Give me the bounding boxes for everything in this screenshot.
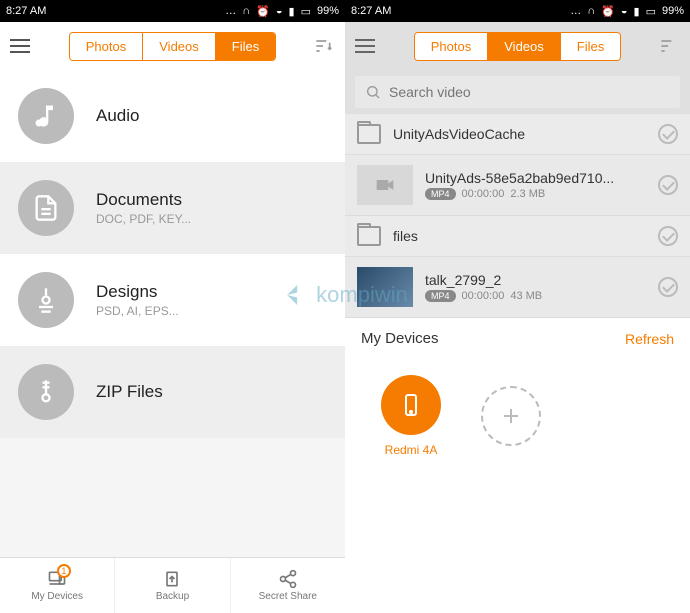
music-note-icon bbox=[18, 88, 74, 144]
status-time: 8:27 AM bbox=[351, 5, 391, 17]
bottom-nav: My Devices 1 Backup Secret Share bbox=[0, 557, 345, 613]
brush-icon bbox=[18, 272, 74, 328]
status-icons: … ∩ ⏰ ◒ ▮ ▭ 99% bbox=[223, 5, 339, 18]
video-duration: 00:00:00 bbox=[462, 188, 505, 200]
format-badge: MP4 bbox=[425, 290, 456, 302]
folder-name: files bbox=[393, 228, 646, 244]
device-name: Redmi 4A bbox=[385, 443, 438, 457]
folder-icon bbox=[357, 124, 381, 144]
category-title: Designs bbox=[96, 282, 179, 302]
folder-icon bbox=[357, 226, 381, 246]
tab-videos[interactable]: Videos bbox=[487, 33, 560, 60]
video-duration: 00:00:00 bbox=[462, 290, 505, 302]
tab-bar: Photos Videos Files bbox=[379, 32, 656, 61]
video-row[interactable]: UnityAds-58e5a2bab9ed710... MP4 00:00:00… bbox=[345, 155, 690, 216]
video-name: talk_2799_2 bbox=[425, 272, 646, 288]
nav-backup[interactable]: Backup bbox=[114, 558, 229, 613]
alarm-icon: ⏰ bbox=[256, 5, 270, 18]
category-title: Audio bbox=[96, 106, 139, 126]
tab-files[interactable]: Files bbox=[560, 33, 620, 60]
battery-percent: 99% bbox=[662, 5, 684, 17]
hamburger-icon[interactable] bbox=[10, 39, 34, 53]
check-circle-icon[interactable] bbox=[658, 226, 678, 246]
category-subtitle: DOC, PDF, KEY... bbox=[96, 212, 191, 226]
video-size: 2.3 MB bbox=[510, 188, 545, 200]
wifi-icon: ◒ bbox=[276, 5, 283, 17]
nav-secret-share[interactable]: Secret Share bbox=[230, 558, 345, 613]
folder-row[interactable]: files bbox=[345, 216, 690, 257]
format-badge: MP4 bbox=[425, 188, 456, 200]
document-icon bbox=[18, 180, 74, 236]
app-bar: Photos Videos Files bbox=[0, 22, 345, 70]
category-title: Documents bbox=[96, 190, 191, 210]
video-list: UnityAdsVideoCache UnityAds-58e5a2bab9ed… bbox=[345, 114, 690, 613]
video-thumbnail bbox=[357, 165, 413, 205]
category-list: Audio Documents DOC, PDF, KEY... Designs… bbox=[0, 70, 345, 557]
search-input[interactable] bbox=[389, 84, 670, 100]
check-circle-icon[interactable] bbox=[658, 175, 678, 195]
category-subtitle: PSD, AI, EPS... bbox=[96, 304, 179, 318]
search-icon bbox=[365, 84, 381, 100]
video-name: UnityAds-58e5a2bab9ed710... bbox=[425, 170, 646, 186]
check-circle-icon[interactable] bbox=[658, 277, 678, 297]
battery-percent: 99% bbox=[317, 5, 339, 17]
refresh-button[interactable]: Refresh bbox=[625, 331, 674, 347]
sort-icon[interactable] bbox=[311, 36, 335, 56]
device-item[interactable]: Redmi 4A bbox=[381, 375, 441, 457]
right-pane: 8:27 AM …∩⏰◒▮▭ 99% Photos Videos Files U… bbox=[345, 0, 690, 613]
folder-name: UnityAdsVideoCache bbox=[393, 126, 646, 142]
hamburger-icon[interactable] bbox=[355, 39, 379, 53]
search-bar[interactable] bbox=[355, 76, 680, 108]
zipper-icon bbox=[18, 364, 74, 420]
add-device-button[interactable] bbox=[481, 386, 541, 446]
nav-label: My Devices bbox=[31, 591, 83, 602]
app-bar: Photos Videos Files bbox=[345, 22, 690, 70]
video-thumbnail bbox=[357, 267, 413, 307]
headphone-icon: ∩ bbox=[242, 5, 250, 17]
video-size: 43 MB bbox=[510, 290, 542, 302]
category-audio[interactable]: Audio bbox=[0, 70, 345, 162]
panel-title: My Devices bbox=[361, 330, 439, 347]
tab-photos[interactable]: Photos bbox=[70, 33, 142, 60]
check-circle-icon[interactable] bbox=[658, 124, 678, 144]
category-documents[interactable]: Documents DOC, PDF, KEY... bbox=[0, 162, 345, 254]
status-bar: 8:27 AM …∩⏰◒▮▭ 99% bbox=[345, 0, 690, 22]
left-pane: 8:27 AM … ∩ ⏰ ◒ ▮ ▭ 99% Photos Videos Fi… bbox=[0, 0, 345, 613]
tab-files[interactable]: Files bbox=[215, 33, 275, 60]
folder-row[interactable]: UnityAdsVideoCache bbox=[345, 114, 690, 155]
status-icons: …∩⏰◒▮▭ 99% bbox=[568, 5, 684, 18]
my-devices-panel: My Devices Refresh Redmi 4A bbox=[345, 318, 690, 613]
tab-photos[interactable]: Photos bbox=[415, 33, 487, 60]
tab-bar: Photos Videos Files bbox=[34, 32, 311, 61]
category-zip[interactable]: ZIP Files bbox=[0, 346, 345, 438]
tab-videos[interactable]: Videos bbox=[142, 33, 215, 60]
status-bar: 8:27 AM … ∩ ⏰ ◒ ▮ ▭ 99% bbox=[0, 0, 345, 22]
signal-icon: ▮ bbox=[289, 5, 295, 18]
status-time: 8:27 AM bbox=[6, 5, 46, 17]
plus-icon bbox=[499, 404, 523, 428]
badge: 1 bbox=[57, 564, 71, 578]
sort-icon[interactable] bbox=[656, 36, 680, 56]
battery-icon: ▭ bbox=[301, 5, 311, 18]
nav-my-devices[interactable]: My Devices 1 bbox=[0, 558, 114, 613]
video-row[interactable]: talk_2799_2 MP4 00:00:00 43 MB bbox=[345, 257, 690, 318]
category-designs[interactable]: Designs PSD, AI, EPS... bbox=[0, 254, 345, 346]
category-title: ZIP Files bbox=[96, 382, 163, 402]
phone-icon bbox=[381, 375, 441, 435]
nav-label: Secret Share bbox=[259, 591, 317, 602]
nav-label: Backup bbox=[156, 591, 189, 602]
